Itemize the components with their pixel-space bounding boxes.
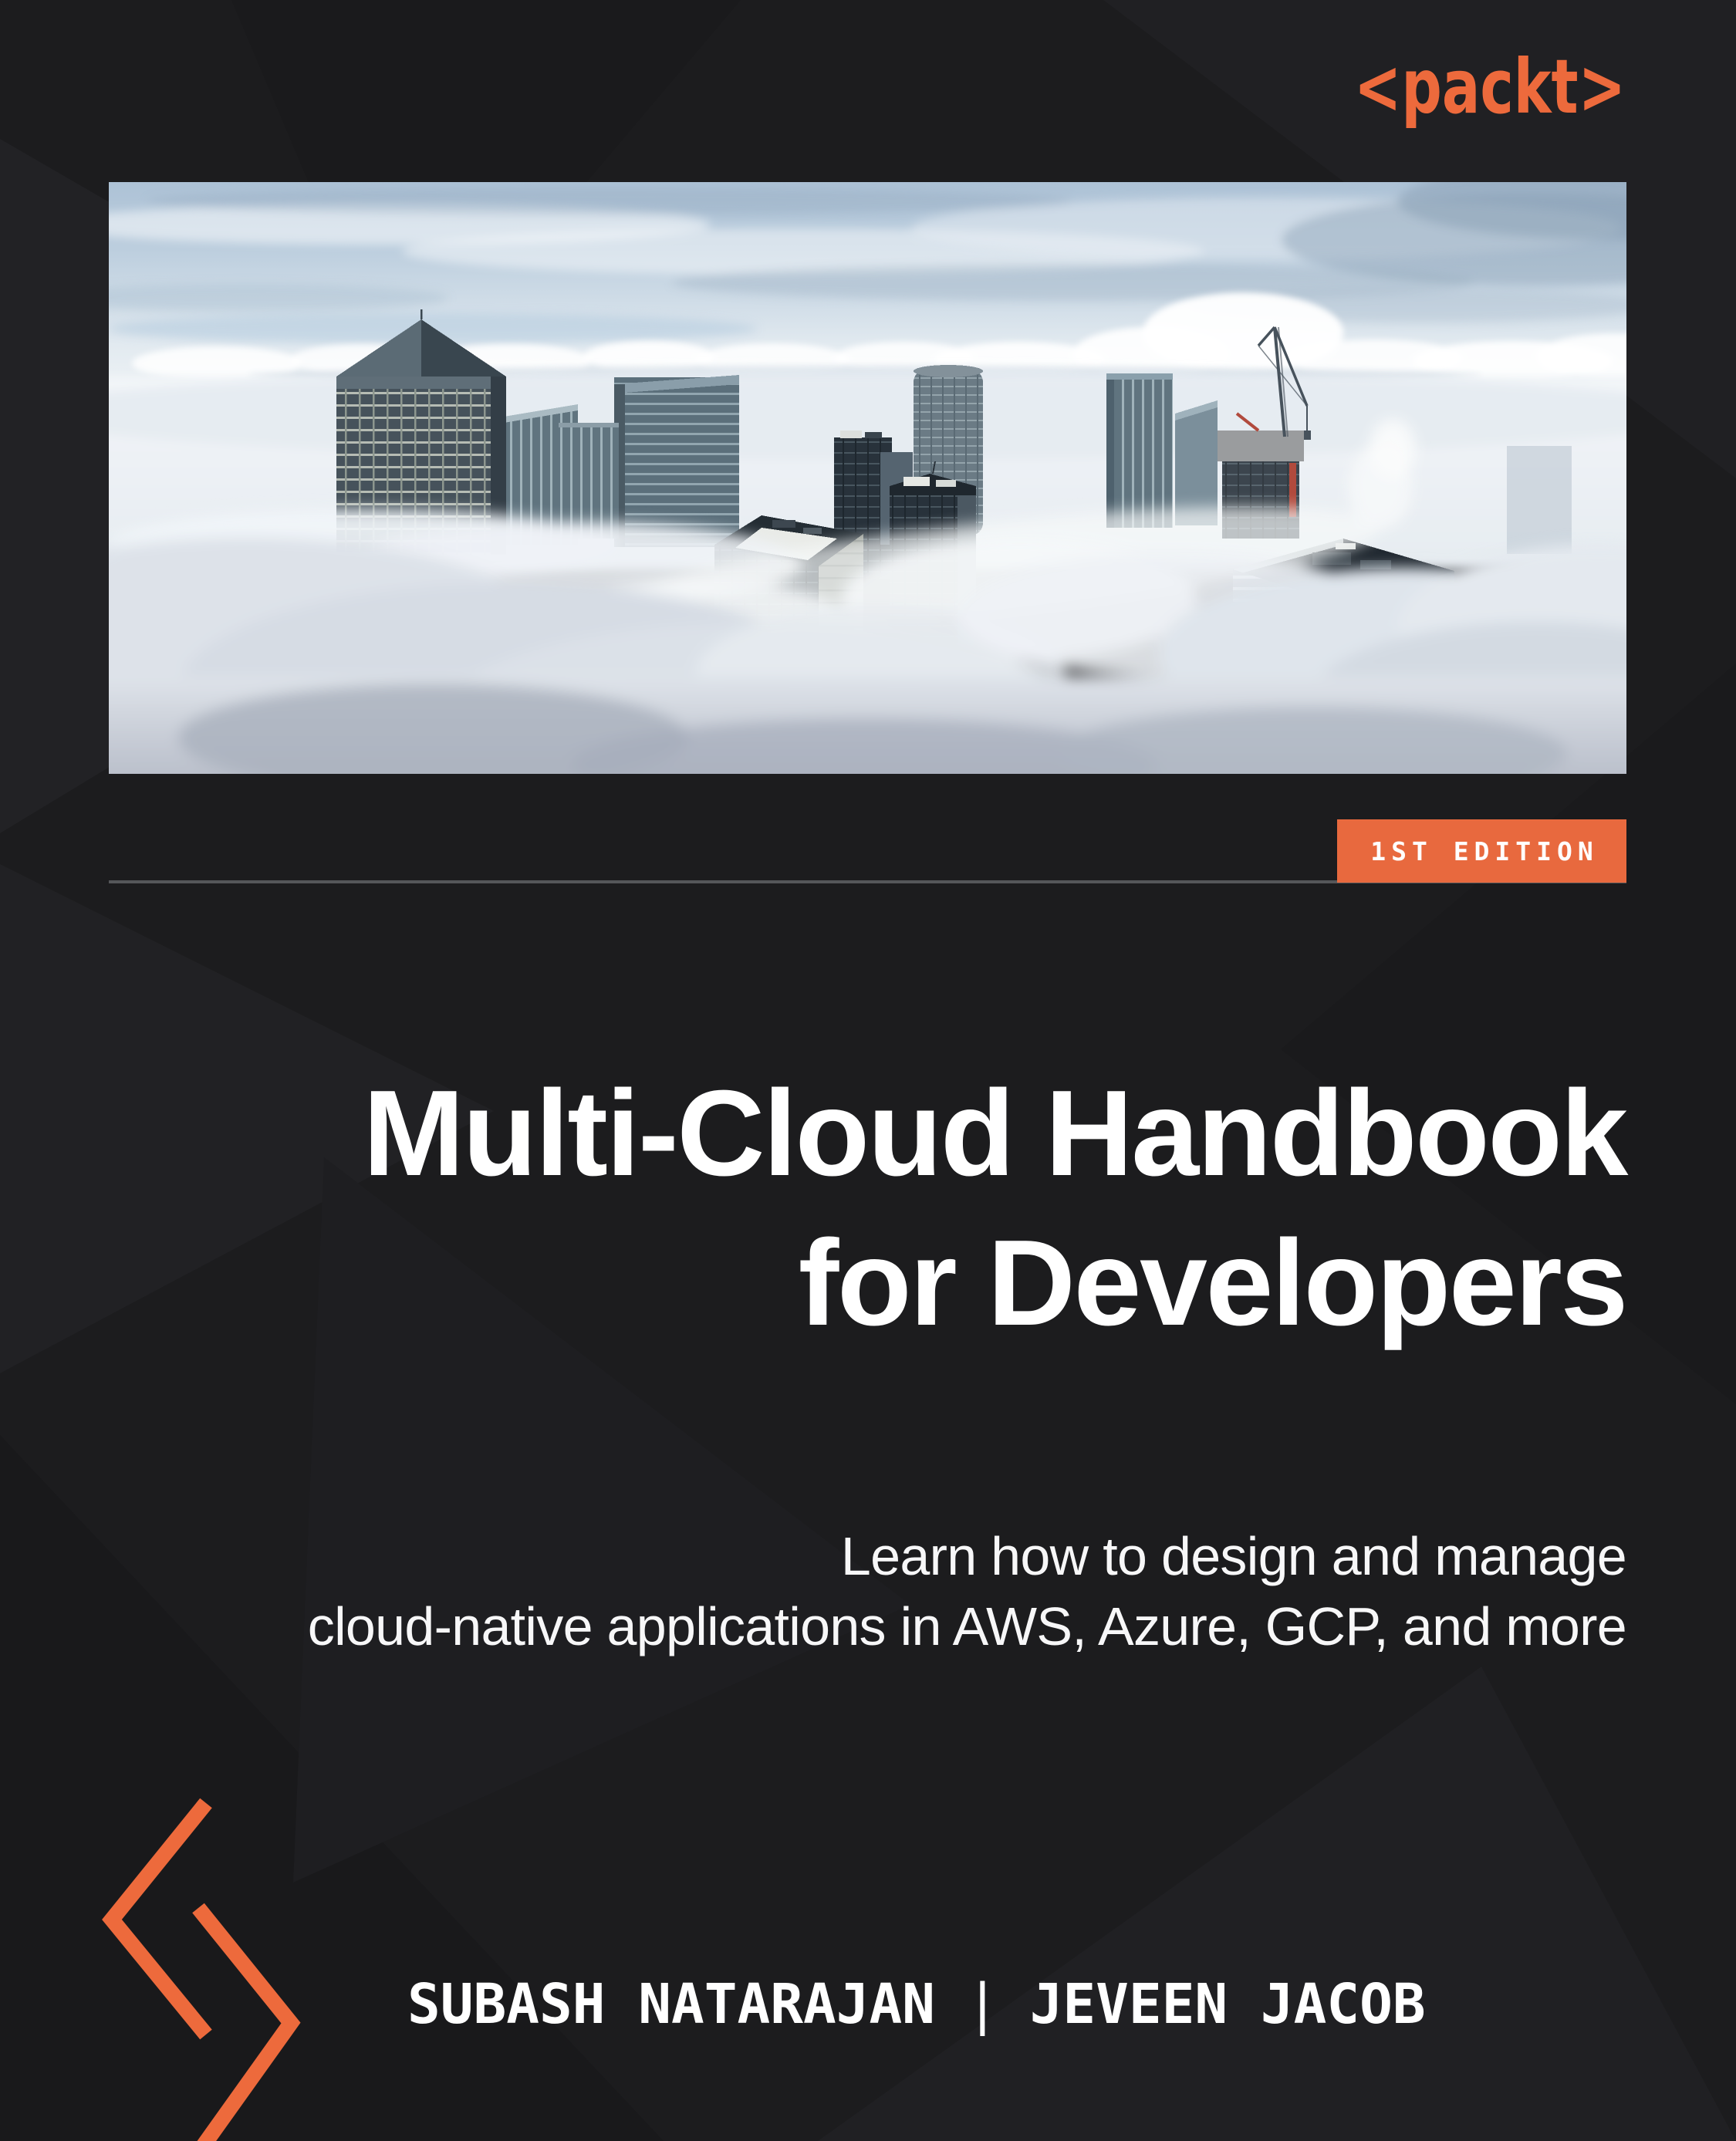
city-above-clouds-illustration [109, 182, 1626, 774]
authors-line: SUBASH NATARAJAN | JEVEEN JACOB [407, 1972, 1426, 2036]
book-subtitle-line-2: cloud-native applications in AWS, Azure,… [308, 1592, 1626, 1662]
author-separator: | [966, 1972, 999, 2036]
book-subtitle-line-1: Learn how to design and manage [308, 1521, 1626, 1592]
author-2: JEVEEN JACOB [1030, 1972, 1426, 2036]
book-title-line-1: Multi-Cloud Handbook [363, 1059, 1626, 1208]
book-cover: <packt> [0, 0, 1736, 2141]
packt-shard-icon [93, 1790, 309, 2141]
author-1: SUBASH NATARAJAN [407, 1972, 935, 2036]
book-title: Multi-Cloud Handbook for Developers [363, 1059, 1626, 1358]
book-title-line-2: for Developers [363, 1208, 1626, 1358]
book-subtitle: Learn how to design and manage cloud-nat… [308, 1521, 1626, 1662]
packt-logo: <packt> [1331, 46, 1632, 135]
edition-badge: 1ST EDITION [1337, 819, 1626, 883]
hero-image [109, 182, 1626, 774]
packt-logo-text: <packt> [1354, 46, 1626, 130]
edition-badge-label: 1ST EDITION [1365, 836, 1599, 866]
